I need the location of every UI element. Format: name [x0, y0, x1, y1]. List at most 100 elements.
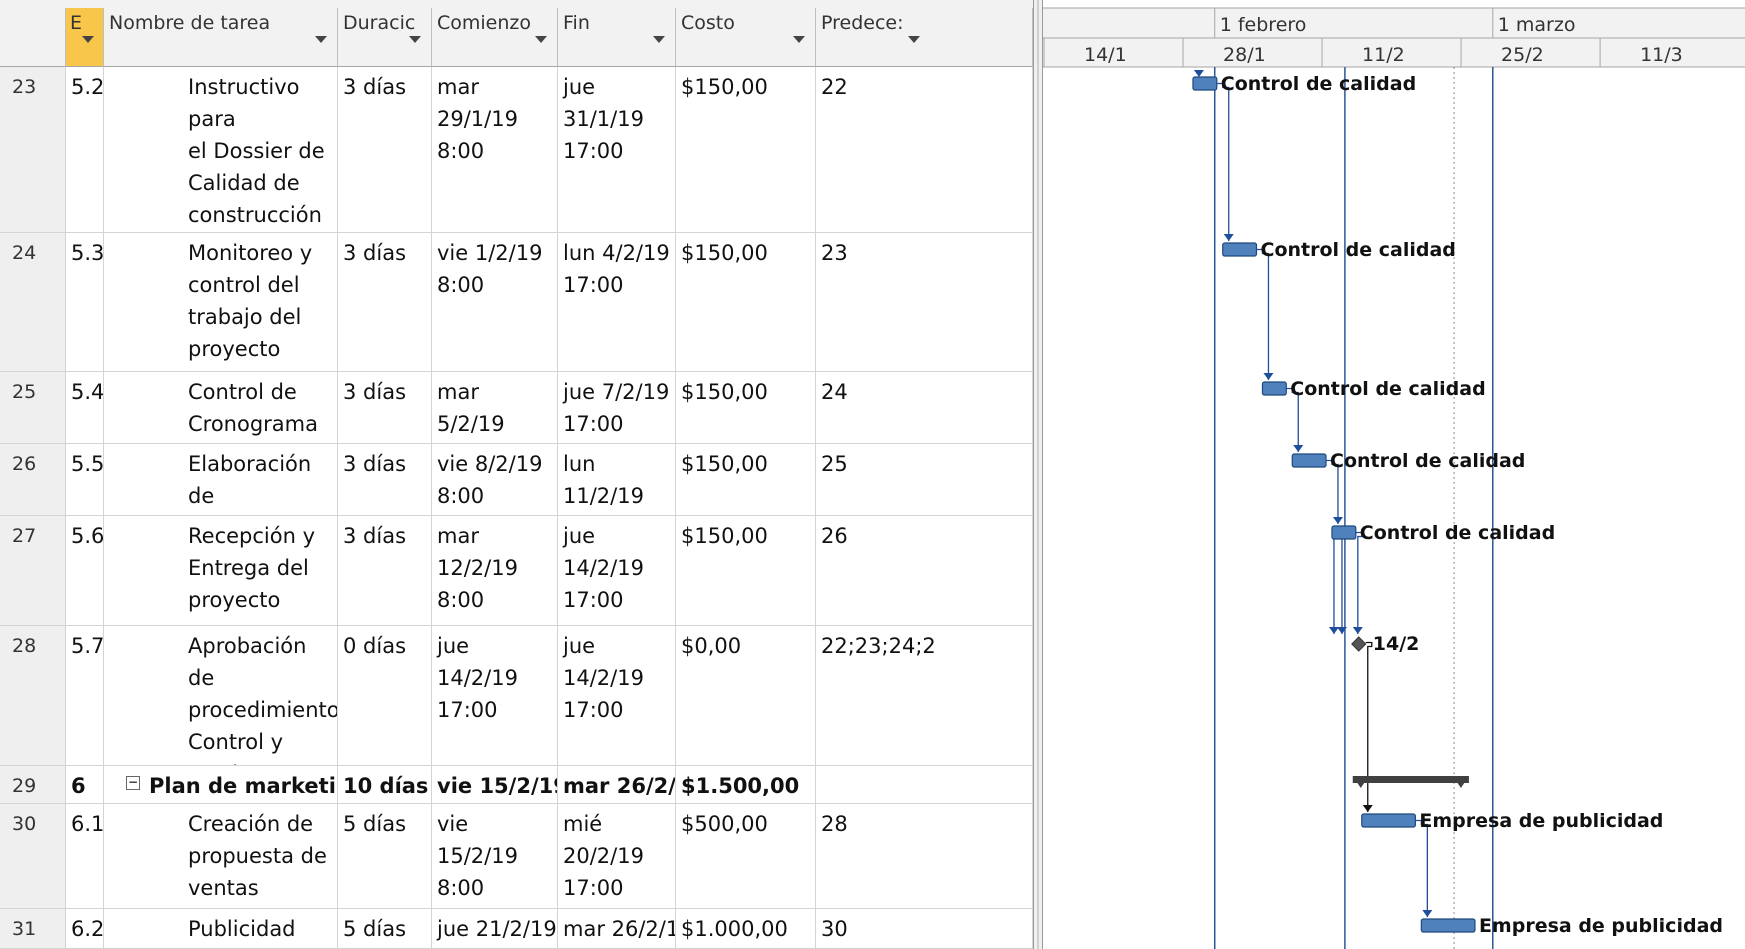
predecessors-cell[interactable]: 22: [816, 67, 1033, 233]
finish-cell[interactable]: mié 20/2/19 17:00: [558, 804, 676, 909]
duration-cell[interactable]: 3 días: [338, 67, 432, 233]
task-name-cell[interactable]: Publicidad: [104, 909, 338, 949]
column-header-finish[interactable]: Fin: [558, 8, 676, 67]
cost-cell[interactable]: $150,00: [676, 444, 816, 516]
start-cell[interactable]: mar 29/1/19 8:00: [432, 67, 558, 233]
dependency-line: [1355, 531, 1363, 634]
chevron-down-icon[interactable]: [793, 36, 805, 43]
duration-cell[interactable]: 5 días: [338, 804, 432, 909]
row-id[interactable]: 31: [0, 909, 66, 949]
cost-cell[interactable]: $150,00: [676, 67, 816, 233]
edt-cell[interactable]: 5.3: [66, 233, 104, 372]
finish-cell[interactable]: jue 14/2/19 17:00: [558, 626, 676, 766]
cost-cell[interactable]: $500,00: [676, 804, 816, 909]
finish-cell[interactable]: mar 26/2/1: [558, 909, 676, 949]
column-header-predecessors[interactable]: Predece:: [816, 8, 1033, 67]
start-cell[interactable]: vie 15/2/19 8: [432, 766, 558, 804]
finish-cell[interactable]: jue 7/2/19 17:00: [558, 372, 676, 444]
collapse-toggle-icon[interactable]: −: [126, 776, 140, 790]
row-id[interactable]: 27: [0, 516, 66, 626]
column-header-cost[interactable]: Costo: [676, 8, 816, 67]
cost-cell[interactable]: $1.500,00: [676, 766, 816, 804]
start-cell[interactable]: vie 15/2/19 8:00: [432, 804, 558, 909]
edt-cell[interactable]: 5.4: [66, 372, 104, 444]
start-cell[interactable]: jue 14/2/19 17:00: [432, 626, 558, 766]
column-header-start[interactable]: Comienzo: [432, 8, 558, 67]
task-name-cell[interactable]: Elaboración de planos As Built: [104, 444, 338, 516]
edt-cell[interactable]: 6.2: [66, 909, 104, 949]
table-row[interactable]: 24 5.3 Monitoreo y control del trabajo d…: [0, 233, 1033, 372]
cost-cell[interactable]: $150,00: [676, 233, 816, 372]
duration-cell[interactable]: 3 días: [338, 444, 432, 516]
table-row[interactable]: 27 5.6 Recepción y Entrega del proyecto …: [0, 516, 1033, 626]
row-id[interactable]: 25: [0, 372, 66, 444]
view-splitter[interactable]: [1033, 0, 1043, 949]
duration-cell[interactable]: 10 días: [338, 766, 432, 804]
duration-cell[interactable]: 3 días: [338, 372, 432, 444]
month-label: 1 marzo: [1498, 14, 1576, 36]
duration-cell[interactable]: 3 días: [338, 516, 432, 626]
column-header-name[interactable]: Nombre de tarea: [104, 8, 338, 67]
predecessors-cell[interactable]: 28: [816, 804, 1033, 909]
cost-cell[interactable]: $1.000,00: [676, 909, 816, 949]
table-row[interactable]: 25 5.4 Control de Cronograma 3 días mar …: [0, 372, 1033, 444]
start-cell[interactable]: jue 21/2/19 8: [432, 909, 558, 949]
table-row[interactable]: 31 6.2 Publicidad 5 días jue 21/2/19 8 m…: [0, 909, 1033, 949]
edt-cell[interactable]: 5.6: [66, 516, 104, 626]
chevron-down-icon[interactable]: [315, 36, 327, 43]
table-row[interactable]: 28 5.7 Aprobación de procedimientos Cont…: [0, 626, 1033, 766]
task-name-cell[interactable]: Aprobación de procedimientos Control y M…: [104, 626, 338, 766]
start-cell[interactable]: mar 12/2/19 8:00: [432, 516, 558, 626]
duration-cell[interactable]: 0 días: [338, 626, 432, 766]
chevron-down-icon[interactable]: [535, 36, 547, 43]
task-name-cell[interactable]: − Plan de marketing: [104, 766, 338, 804]
predecessors-cell[interactable]: [816, 766, 1033, 804]
task-name-cell[interactable]: Monitoreo y control del trabajo del proy…: [104, 233, 338, 372]
predecessors-cell[interactable]: 22;23;24;2: [816, 626, 1033, 766]
row-id[interactable]: 30: [0, 804, 66, 909]
task-name-cell[interactable]: Recepción y Entrega del proyecto: [104, 516, 338, 626]
row-id[interactable]: 26: [0, 444, 66, 516]
predecessors-cell[interactable]: 23: [816, 233, 1033, 372]
cost-cell[interactable]: $150,00: [676, 372, 816, 444]
predecessors-cell[interactable]: 26: [816, 516, 1033, 626]
edt-cell[interactable]: 5.5: [66, 444, 104, 516]
predecessors-cell[interactable]: 30: [816, 909, 1033, 949]
task-name-cell[interactable]: Creación de propuesta de ventas: [104, 804, 338, 909]
table-row[interactable]: 23 5.2 Instructivo para el Dossier de Ca…: [0, 67, 1033, 233]
finish-cell[interactable]: lun 11/2/19: [558, 444, 676, 516]
edt-cell[interactable]: 5.2: [66, 67, 104, 233]
start-cell[interactable]: vie 8/2/19 8:00: [432, 444, 558, 516]
duration-cell[interactable]: 3 días: [338, 233, 432, 372]
chevron-down-icon[interactable]: [653, 36, 665, 43]
task-name-cell[interactable]: Control de Cronograma: [104, 372, 338, 444]
column-header-edt[interactable]: E: [66, 8, 104, 67]
task-name-cell[interactable]: Instructivo para el Dossier de Calidad d…: [104, 67, 338, 233]
start-cell[interactable]: vie 1/2/19 8:00: [432, 233, 558, 372]
cost-cell[interactable]: $0,00: [676, 626, 816, 766]
row-id-header[interactable]: [0, 8, 66, 67]
chevron-down-icon[interactable]: [82, 36, 94, 43]
row-id[interactable]: 24: [0, 233, 66, 372]
predecessors-cell[interactable]: 25: [816, 444, 1033, 516]
finish-cell[interactable]: jue 31/1/19 17:00: [558, 67, 676, 233]
row-id[interactable]: 28: [0, 626, 66, 766]
edt-cell[interactable]: 6: [66, 766, 104, 804]
chevron-down-icon[interactable]: [908, 36, 920, 43]
table-row-summary[interactable]: 29 6 − Plan de marketing 10 días vie 15/…: [0, 766, 1033, 804]
finish-cell[interactable]: jue 14/2/19 17:00: [558, 516, 676, 626]
start-cell[interactable]: mar 5/2/19 8:00: [432, 372, 558, 444]
cost-cell[interactable]: $150,00: [676, 516, 816, 626]
table-row[interactable]: 26 5.5 Elaboración de planos As Built 3 …: [0, 444, 1033, 516]
edt-cell[interactable]: 6.1: [66, 804, 104, 909]
predecessors-cell[interactable]: 24: [816, 372, 1033, 444]
column-header-duration[interactable]: Duracic: [338, 8, 432, 67]
chevron-down-icon[interactable]: [409, 36, 421, 43]
finish-cell[interactable]: mar 26/2/1: [558, 766, 676, 804]
row-id[interactable]: 29: [0, 766, 66, 804]
table-row[interactable]: 30 6.1 Creación de propuesta de ventas 5…: [0, 804, 1033, 909]
duration-cell[interactable]: 5 días: [338, 909, 432, 949]
finish-cell[interactable]: lun 4/2/19 17:00: [558, 233, 676, 372]
row-id[interactable]: 23: [0, 67, 66, 233]
edt-cell[interactable]: 5.7: [66, 626, 104, 766]
